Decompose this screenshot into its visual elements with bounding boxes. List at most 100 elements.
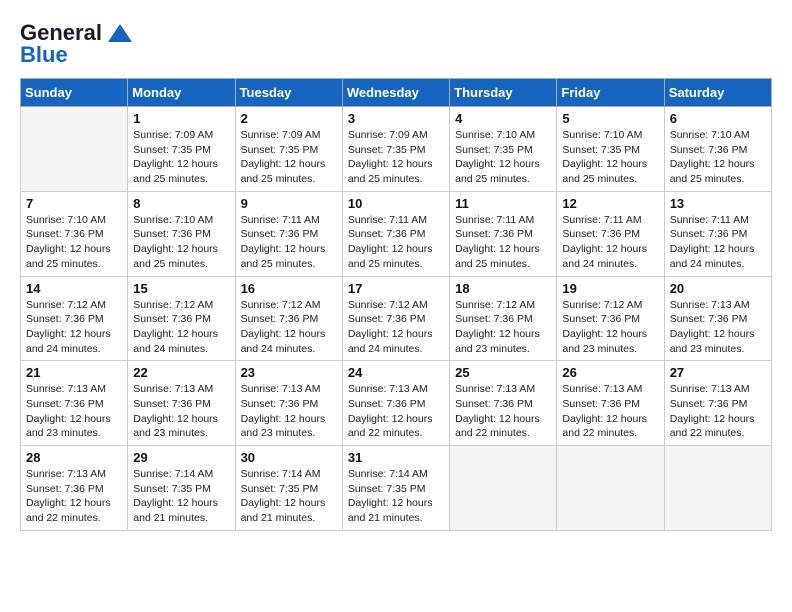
- day-info: Sunrise: 7:11 AMSunset: 7:36 PMDaylight:…: [455, 213, 551, 272]
- calendar-cell: 10 Sunrise: 7:11 AMSunset: 7:36 PMDayligh…: [342, 191, 449, 276]
- weekday-header-thursday: Thursday: [450, 79, 557, 107]
- day-info: Sunrise: 7:09 AMSunset: 7:35 PMDaylight:…: [241, 128, 337, 187]
- calendar-cell: 14Sunrise: 7:12 AMSunset: 7:36 PMDayligh…: [21, 276, 128, 361]
- day-number: 2: [241, 111, 337, 126]
- weekday-header-sunday: Sunday: [21, 79, 128, 107]
- calendar-cell: 2 Sunrise: 7:09 AMSunset: 7:35 PMDaylight…: [235, 107, 342, 192]
- day-info: Sunrise: 7:10 AMSunset: 7:35 PMDaylight:…: [562, 128, 658, 187]
- day-number: 27: [670, 365, 766, 380]
- day-number: 10: [348, 196, 444, 211]
- calendar-cell: 24 Sunrise: 7:13 AMSunset: 7:36 PMDayligh…: [342, 361, 449, 446]
- day-info: Sunrise: 7:12 AMSunset: 7:36 PMDaylight:…: [562, 298, 658, 357]
- calendar-cell: 30 Sunrise: 7:14 AMSunset: 7:35 PMDayligh…: [235, 446, 342, 531]
- calendar-cell: 27 Sunrise: 7:13 AMSunset: 7:36 PMDayligh…: [664, 361, 771, 446]
- calendar-cell: 16Sunrise: 7:12 AMSunset: 7:36 PMDayligh…: [235, 276, 342, 361]
- logo-icon: [106, 22, 134, 44]
- calendar-cell: [557, 446, 664, 531]
- day-number: 25: [455, 365, 551, 380]
- day-number: 21: [26, 365, 122, 380]
- logo: General Blue: [20, 20, 134, 68]
- day-number: 1: [133, 111, 229, 126]
- calendar-cell: 31Sunrise: 7:14 AMSunset: 7:35 PMDayligh…: [342, 446, 449, 531]
- calendar-cell: 22 Sunrise: 7:13 AMSunset: 7:36 PMDayligh…: [128, 361, 235, 446]
- day-info: Sunrise: 7:12 AMSunset: 7:36 PMDaylight:…: [348, 298, 444, 357]
- day-info: Sunrise: 7:13 AMSunset: 7:36 PMDaylight:…: [26, 467, 122, 526]
- day-number: 22: [133, 365, 229, 380]
- calendar-cell: 29Sunrise: 7:14 AMSunset: 7:35 PMDayligh…: [128, 446, 235, 531]
- day-number: 26: [562, 365, 658, 380]
- calendar-cell: [450, 446, 557, 531]
- calendar-week-row: 28 Sunrise: 7:13 AMSunset: 7:36 PMDayligh…: [21, 446, 772, 531]
- calendar-cell: 12 Sunrise: 7:11 AMSunset: 7:36 PMDayligh…: [557, 191, 664, 276]
- day-info: Sunrise: 7:14 AMSunset: 7:35 PMDaylight:…: [241, 467, 337, 526]
- day-info: Sunrise: 7:13 AMSunset: 7:36 PMDaylight:…: [241, 382, 337, 441]
- calendar-cell: 5 Sunrise: 7:10 AMSunset: 7:35 PMDaylight…: [557, 107, 664, 192]
- day-number: 6: [670, 111, 766, 126]
- day-number: 8: [133, 196, 229, 211]
- day-number: 31: [348, 450, 444, 465]
- day-info: Sunrise: 7:09 AMSunset: 7:35 PMDaylight:…: [133, 128, 229, 187]
- calendar-table: SundayMondayTuesdayWednesdayThursdayFrid…: [20, 78, 772, 531]
- calendar-cell: 20Sunrise: 7:13 AMSunset: 7:36 PMDayligh…: [664, 276, 771, 361]
- calendar-cell: 7 Sunrise: 7:10 AMSunset: 7:36 PMDaylight…: [21, 191, 128, 276]
- weekday-header-friday: Friday: [557, 79, 664, 107]
- calendar-cell: 3 Sunrise: 7:09 AMSunset: 7:35 PMDaylight…: [342, 107, 449, 192]
- calendar-cell: 23Sunrise: 7:13 AMSunset: 7:36 PMDayligh…: [235, 361, 342, 446]
- day-info: Sunrise: 7:10 AMSunset: 7:36 PMDaylight:…: [26, 213, 122, 272]
- day-info: Sunrise: 7:10 AMSunset: 7:35 PMDaylight:…: [455, 128, 551, 187]
- day-info: Sunrise: 7:13 AMSunset: 7:36 PMDaylight:…: [562, 382, 658, 441]
- day-info: Sunrise: 7:12 AMSunset: 7:36 PMDaylight:…: [133, 298, 229, 357]
- weekday-header-row: SundayMondayTuesdayWednesdayThursdayFrid…: [21, 79, 772, 107]
- day-info: Sunrise: 7:12 AMSunset: 7:36 PMDaylight:…: [455, 298, 551, 357]
- day-info: Sunrise: 7:13 AMSunset: 7:36 PMDaylight:…: [670, 382, 766, 441]
- day-number: 28: [26, 450, 122, 465]
- calendar-cell: [21, 107, 128, 192]
- day-number: 13: [670, 196, 766, 211]
- calendar-cell: 15 Sunrise: 7:12 AMSunset: 7:36 PMDayligh…: [128, 276, 235, 361]
- day-number: 7: [26, 196, 122, 211]
- calendar-cell: 6 Sunrise: 7:10 AMSunset: 7:36 PMDaylight…: [664, 107, 771, 192]
- calendar-week-row: 14 Sunrise: 7:12 AMSunset: 7:36 PMDayligh…: [21, 276, 772, 361]
- day-number: 19: [562, 281, 658, 296]
- calendar-cell: 13 Sunrise: 7:11 AMSunset: 7:36 PMDayligh…: [664, 191, 771, 276]
- day-number: 4: [455, 111, 551, 126]
- day-info: Sunrise: 7:13 AMSunset: 7:36 PMDaylight:…: [455, 382, 551, 441]
- calendar-cell: 11 Sunrise: 7:11 AMSunset: 7:36 PMDayligh…: [450, 191, 557, 276]
- day-info: Sunrise: 7:09 AMSunset: 7:35 PMDaylight:…: [348, 128, 444, 187]
- day-number: 11: [455, 196, 551, 211]
- day-info: Sunrise: 7:13 AMSunset: 7:36 PMDaylight:…: [133, 382, 229, 441]
- calendar-cell: 4 Sunrise: 7:10 AMSunset: 7:35 PMDaylight…: [450, 107, 557, 192]
- day-number: 30: [241, 450, 337, 465]
- day-info: Sunrise: 7:13 AMSunset: 7:36 PMDaylight:…: [348, 382, 444, 441]
- weekday-header-wednesday: Wednesday: [342, 79, 449, 107]
- day-info: Sunrise: 7:13 AMSunset: 7:36 PMDaylight:…: [670, 298, 766, 357]
- day-info: Sunrise: 7:11 AMSunset: 7:36 PMDaylight:…: [670, 213, 766, 272]
- weekday-header-monday: Monday: [128, 79, 235, 107]
- day-number: 14: [26, 281, 122, 296]
- calendar-cell: 8Sunrise: 7:10 AMSunset: 7:36 PMDaylight…: [128, 191, 235, 276]
- calendar-cell: 17Sunrise: 7:12 AMSunset: 7:36 PMDayligh…: [342, 276, 449, 361]
- day-info: Sunrise: 7:13 AMSunset: 7:36 PMDaylight:…: [26, 382, 122, 441]
- day-info: Sunrise: 7:11 AMSunset: 7:36 PMDaylight:…: [562, 213, 658, 272]
- calendar-cell: 21 Sunrise: 7:13 AMSunset: 7:36 PMDayligh…: [21, 361, 128, 446]
- day-number: 24: [348, 365, 444, 380]
- day-info: Sunrise: 7:11 AMSunset: 7:36 PMDaylight:…: [241, 213, 337, 272]
- day-number: 12: [562, 196, 658, 211]
- calendar-cell: 28 Sunrise: 7:13 AMSunset: 7:36 PMDayligh…: [21, 446, 128, 531]
- day-number: 5: [562, 111, 658, 126]
- weekday-header-tuesday: Tuesday: [235, 79, 342, 107]
- day-number: 16: [241, 281, 337, 296]
- day-number: 29: [133, 450, 229, 465]
- calendar-cell: 25 Sunrise: 7:13 AMSunset: 7:36 PMDayligh…: [450, 361, 557, 446]
- page-header: General Blue: [20, 20, 772, 68]
- day-info: Sunrise: 7:10 AMSunset: 7:36 PMDaylight:…: [670, 128, 766, 187]
- day-number: 15: [133, 281, 229, 296]
- day-number: 18: [455, 281, 551, 296]
- day-info: Sunrise: 7:11 AMSunset: 7:36 PMDaylight:…: [348, 213, 444, 272]
- logo-blue-text: Blue: [20, 42, 68, 68]
- calendar-cell: [664, 446, 771, 531]
- weekday-header-saturday: Saturday: [664, 79, 771, 107]
- calendar-cell: 26 Sunrise: 7:13 AMSunset: 7:36 PMDayligh…: [557, 361, 664, 446]
- calendar-cell: 19 Sunrise: 7:12 AMSunset: 7:36 PMDayligh…: [557, 276, 664, 361]
- day-number: 3: [348, 111, 444, 126]
